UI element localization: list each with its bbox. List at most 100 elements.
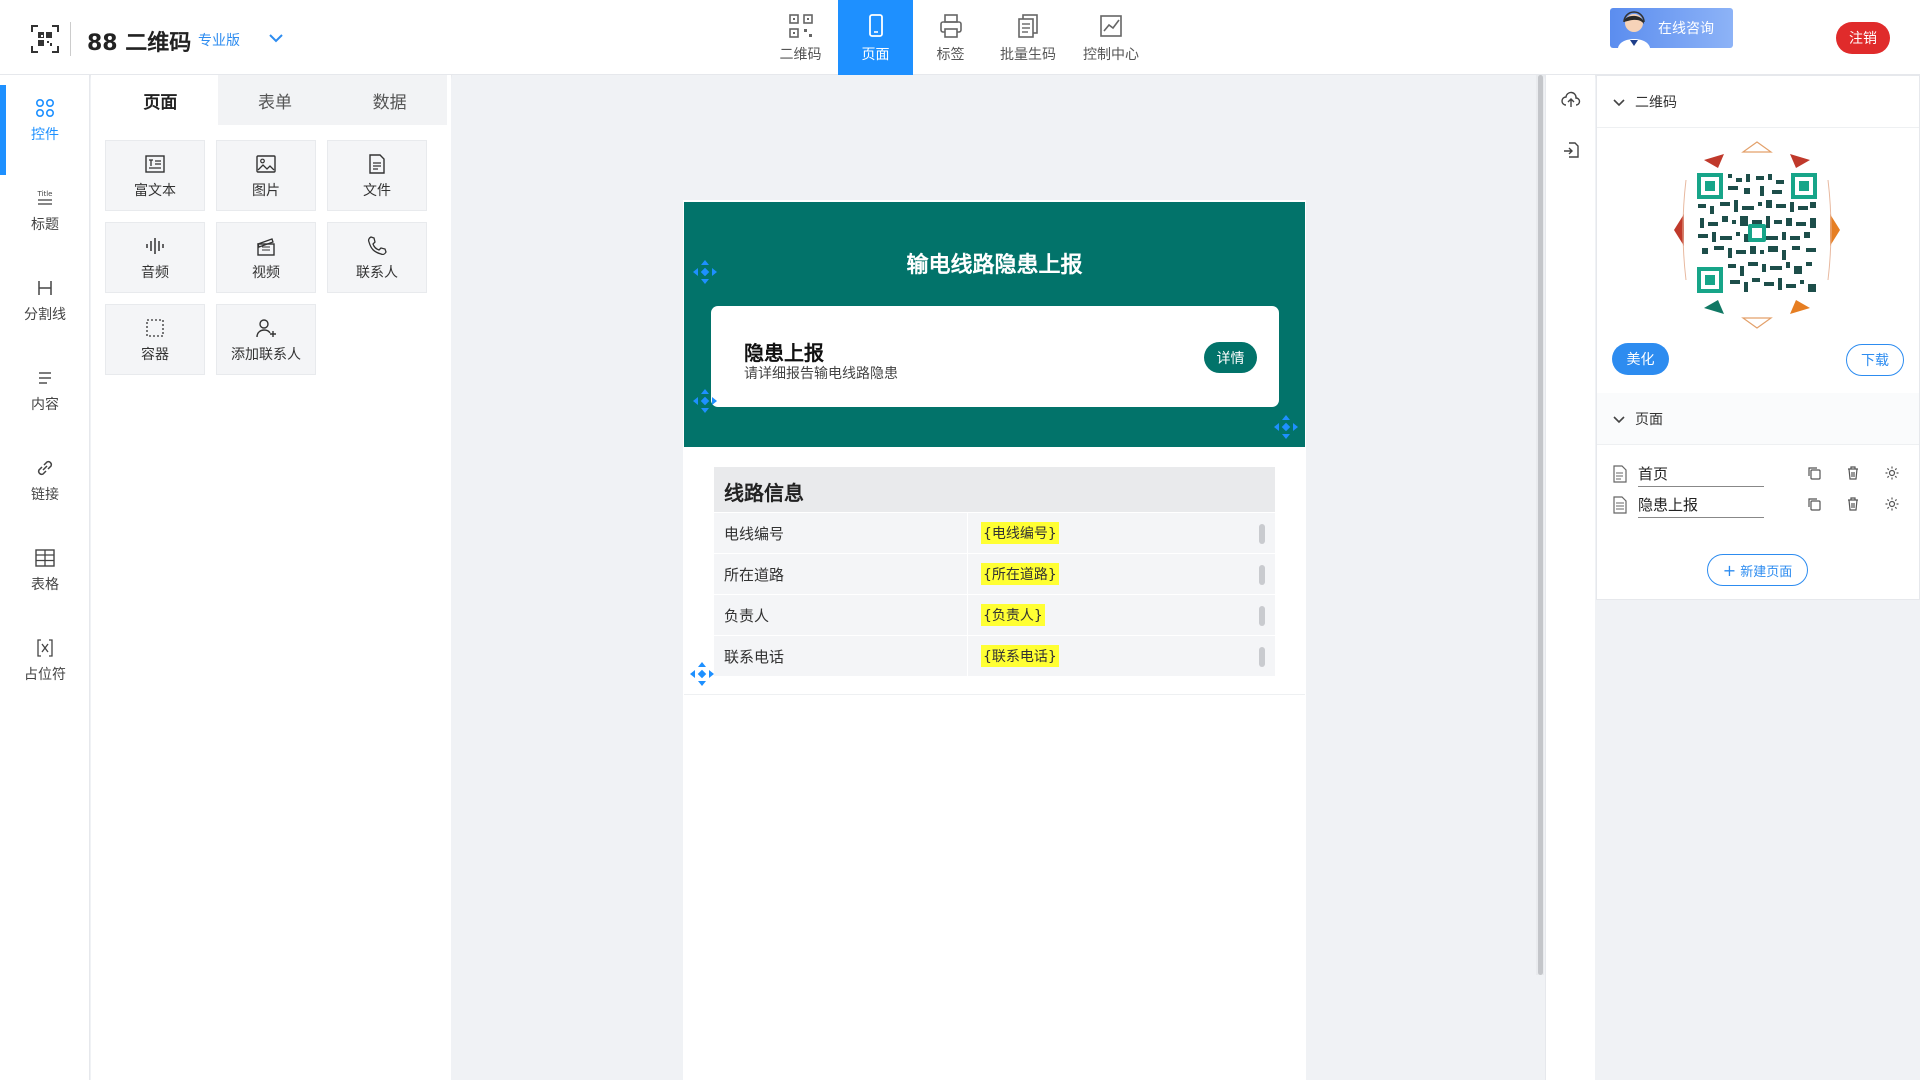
drag-handle[interactable] (1259, 647, 1265, 667)
batch-doc-icon (1018, 13, 1038, 38)
tab-page[interactable]: 页面 (103, 75, 218, 125)
main-nav: 二维码 页面 标签 批量生码 控制中心 (763, 0, 1154, 75)
move-handle-icon[interactable] (688, 660, 716, 688)
nav-tab-qrcode[interactable]: 二维码 (763, 0, 838, 75)
table-icon (35, 549, 55, 567)
table-row[interactable]: 联系电话 {联系电话} (714, 636, 1275, 676)
chevron-down-icon[interactable] (266, 28, 286, 48)
trash-icon[interactable] (1845, 465, 1861, 481)
pages-section-header[interactable]: 页面 (1597, 393, 1919, 445)
copy-icon[interactable] (1806, 465, 1822, 481)
trash-icon[interactable] (1845, 496, 1861, 512)
widget-container[interactable]: 容器 (105, 304, 205, 375)
beautify-button[interactable]: 美化 (1612, 343, 1669, 375)
qrcode-logo-icon[interactable] (30, 24, 60, 54)
nav-tab-label: 标签 (936, 46, 965, 63)
cloud-upload-icon[interactable] (1561, 90, 1581, 110)
page-list-item[interactable]: 首页 (1612, 462, 1904, 487)
new-page-button[interactable]: + 新建页面 (1707, 554, 1808, 586)
page-name[interactable]: 首页 (1638, 463, 1764, 487)
export-icon[interactable] (1561, 140, 1581, 160)
tab-form[interactable]: 表单 (217, 75, 333, 125)
rail-item-label: 链接 (31, 487, 59, 503)
copy-icon[interactable] (1806, 496, 1822, 512)
page-list-item[interactable]: 隐患上报 (1612, 493, 1904, 518)
table-row[interactable]: 电线编号 {电线编号} (714, 513, 1275, 553)
rail-item-content[interactable]: 内容 (0, 355, 90, 425)
edition-label[interactable]: 专业版 (198, 30, 240, 50)
rail-item-placeholder[interactable]: 占位符 (0, 625, 90, 695)
rail-item-table[interactable]: 表格 (0, 535, 90, 605)
add-contact-icon (256, 318, 276, 337)
drag-handle[interactable] (1259, 606, 1265, 626)
gear-icon[interactable] (1884, 496, 1900, 512)
widget-video[interactable]: 视频 (216, 222, 316, 293)
info-section-title: 线路信息 (724, 481, 804, 505)
widget-audio[interactable]: 音频 (105, 222, 205, 293)
row-value-cell: {联系电话} (967, 636, 1275, 676)
rail-item-label: 内容 (31, 397, 59, 413)
widgets-grid-icon (35, 98, 55, 118)
table-row[interactable]: 所在道路 {所在道路} (714, 554, 1275, 594)
section-title: 二维码 (1635, 94, 1677, 111)
canvas-scrollbar-thumb[interactable] (1538, 75, 1543, 975)
page-form-icon (1613, 496, 1627, 514)
rail-item-label: 控件 (31, 127, 59, 143)
video-icon (257, 237, 275, 256)
nav-tab-label: 控制中心 (1083, 46, 1139, 63)
widget-file[interactable]: 文件 (327, 140, 427, 211)
move-handle-icon[interactable] (691, 387, 719, 415)
widget-label: 联系人 (356, 264, 398, 281)
audio-icon (146, 237, 164, 254)
rail-item-widgets[interactable]: 控件 (0, 85, 90, 175)
rail-item-divider[interactable]: 分割线 (0, 265, 90, 335)
qrcode-icon (788, 13, 813, 38)
rail-item-link[interactable]: 链接 (0, 445, 90, 515)
container-icon (146, 318, 164, 337)
printer-icon (939, 13, 962, 38)
drag-handle[interactable] (1259, 565, 1265, 585)
logout-button[interactable]: 注销 (1836, 22, 1890, 54)
placeholder-icon (37, 639, 53, 657)
qrcode-preview-image[interactable] (1664, 140, 1850, 330)
placeholder-value: {联系电话} (981, 645, 1059, 667)
nav-tab-page[interactable]: 页面 (838, 0, 913, 75)
image-icon (256, 154, 276, 173)
rail-item-label: 占位符 (24, 667, 66, 683)
table-row[interactable]: 负责人 {负责人} (714, 595, 1275, 635)
logo-divider (70, 22, 71, 56)
page-name[interactable]: 隐患上报 (1638, 494, 1764, 518)
widget-image[interactable]: 图片 (216, 140, 316, 211)
nav-tab-label-print[interactable]: 标签 (913, 0, 988, 75)
widget-label: 容器 (141, 346, 169, 363)
qrcode-section-header[interactable]: 二维码 (1597, 76, 1919, 128)
row-label: 所在道路 (724, 566, 785, 584)
banner-title[interactable]: 输电线路隐患上报 (684, 247, 1305, 279)
widget-rich-text[interactable]: 富文本 (105, 140, 205, 211)
drag-handle[interactable] (1259, 524, 1265, 544)
nav-tab-label: 二维码 (779, 46, 822, 63)
detail-button[interactable]: 详情 (1204, 342, 1257, 373)
gear-icon[interactable] (1884, 465, 1900, 481)
divider-icon (38, 281, 52, 295)
row-value-cell: {电线编号} (967, 513, 1275, 553)
app-title: 88 二维码 (87, 31, 192, 56)
move-handle-icon[interactable] (1272, 413, 1300, 441)
chevron-down-icon (1613, 98, 1625, 106)
tab-data[interactable]: 数据 (332, 75, 448, 125)
widget-add-contact[interactable]: 添加联系人 (216, 304, 316, 375)
rail-item-title[interactable]: Title 标题 (0, 175, 90, 245)
rich-text-icon (145, 154, 165, 173)
move-handle-icon[interactable] (691, 258, 719, 286)
online-consult-button[interactable]: 在线咨询 (1610, 8, 1733, 48)
row-value-cell: {负责人} (967, 595, 1275, 635)
widget-contact[interactable]: 联系人 (327, 222, 427, 293)
info-table: 电线编号 {电线编号} 所在道路 {所在道路} 负责人 {负责人} 联系电话 {… (714, 513, 1275, 677)
nav-tab-control[interactable]: 控制中心 (1068, 0, 1154, 75)
download-button[interactable]: 下载 (1846, 344, 1904, 376)
top-bar: 88 二维码 专业版 二维码 页面 标签 批量生码 控制中心 在线咨询 注销 (0, 0, 1920, 75)
widget-label: 图片 (252, 182, 280, 199)
right-toolbar (1545, 75, 1595, 1080)
nav-tab-label: 页面 (861, 46, 890, 63)
nav-tab-batch[interactable]: 批量生码 (988, 0, 1068, 75)
